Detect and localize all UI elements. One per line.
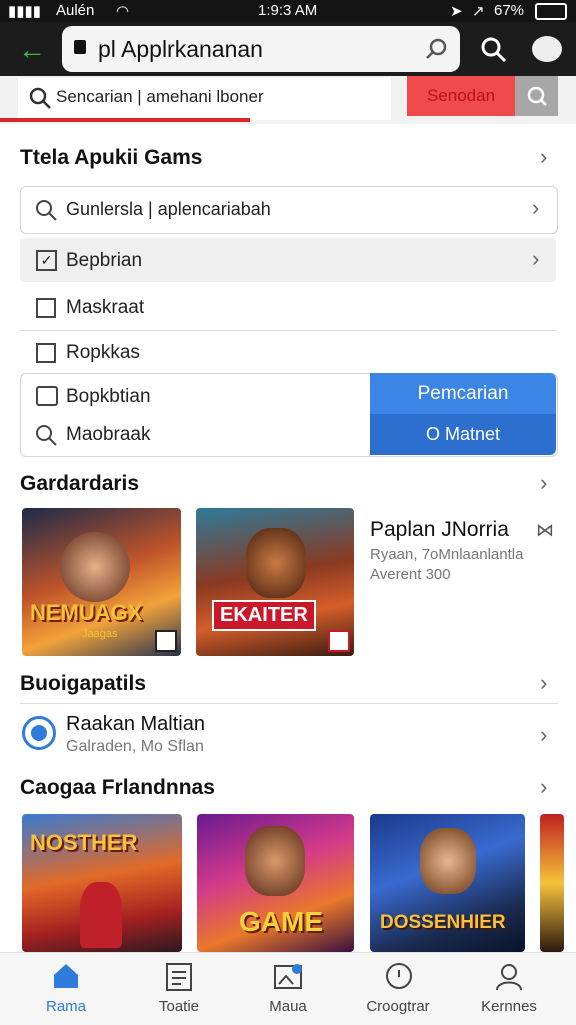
divider [20,703,558,704]
wifi-icon: ◠ [116,3,130,20]
list-item-label: Bepbrian [66,250,143,271]
location-icon: ➤ [450,3,463,20]
chevron-right-icon[interactable]: › [540,470,547,496]
search-icon[interactable] [480,36,508,64]
game-card-subtitle: Jaagas [82,628,118,640]
share-icon[interactable]: ⋈ [536,520,554,541]
app-title[interactable]: Raakan Maltian [66,713,205,736]
signal-icon: ▮▮▮▮ [8,3,42,20]
checkbox-icon[interactable] [36,343,56,363]
game-card-image[interactable]: DOSSENHIER [370,814,525,952]
game-card-image[interactable]: NEMUAGX Jaagas [22,508,181,656]
search-button[interactable]: Senodan [407,76,515,116]
home-icon[interactable] [52,962,80,990]
game-card-title: GAME [239,906,323,937]
progress-indicator [0,118,250,122]
list-item-label: Ropkkas [66,342,140,363]
checkbox-checked-icon[interactable]: ✓ [36,250,57,271]
list-item-label: Maskraat [66,297,145,318]
nav-label[interactable]: Croogtrar [343,998,453,1015]
option-label[interactable]: Maobraak [66,424,151,446]
clock: 1:9:3 AM [258,2,318,19]
info-line: Ryaan, 7oMnlaanlantla [370,546,524,563]
chevron-right-icon[interactable]: › [532,246,539,272]
game-card-title: EKAITER [212,600,316,631]
app-subtitle: Galraden, Mo Sflan [66,738,204,755]
image-icon[interactable] [273,962,305,992]
url-search-icon[interactable] [424,36,450,62]
game-card-image[interactable] [540,814,564,952]
info-line: Averent 300 [370,566,451,583]
checkbox-icon[interactable] [36,298,56,318]
battery-percent: 67% [494,2,525,19]
back-arrow-icon[interactable]: ← [18,34,46,66]
filter-input-text: Gunlersla | aplencariabah [66,199,271,219]
chevron-right-icon[interactable]: › [540,144,547,170]
bookmark-icon [36,386,58,406]
app-logo-icon [22,716,56,750]
search-icon [29,87,51,109]
search-primary-button[interactable]: Pemcarian [370,373,556,414]
nav-label[interactable]: Kernnes [454,998,564,1015]
info-title: Paplan JNorria [370,518,509,541]
chevron-right-icon[interactable]: › [540,774,547,800]
search-icon [36,425,57,446]
search-placeholder: Sencarian | amehani lboner [56,87,264,106]
alarm-icon: ↗ [472,3,485,20]
url-text: pl Applrkananan [98,36,263,62]
section-title: Ttela Apukii Gams [20,146,203,169]
section-title: Buoigapatils [20,672,147,695]
search-submit-button[interactable] [515,76,558,116]
search-icon [36,200,57,221]
search-secondary-button[interactable]: O Matnet [370,414,556,455]
carrier-label: Aulén [56,2,95,19]
badge-icon [155,630,177,652]
badge-icon [328,630,350,652]
game-card-image[interactable]: NOSTHER [22,814,182,952]
section-title: Caogaa Frlandnnas [20,776,215,799]
avatar[interactable] [532,36,562,62]
chevron-right-icon[interactable]: › [532,195,539,221]
chat-icon[interactable] [384,962,414,992]
nav-label[interactable]: Maua [233,998,343,1015]
game-card-title: NEMUAGX [30,600,143,625]
nav-label[interactable]: Toatie [124,998,234,1015]
game-card-title: DOSSENHIER [380,912,506,933]
game-card-title: NOSTHER [30,830,138,855]
battery-icon [535,3,567,20]
chevron-right-icon[interactable]: › [540,722,547,748]
status-bar: ▮▮▮▮ Aulén ◠ 1:9:3 AM ➤ ↗ 67% [0,0,576,22]
nav-label-home[interactable]: Rama [11,998,121,1015]
lock-icon [74,40,86,54]
document-icon[interactable] [165,962,193,992]
profile-icon[interactable] [494,962,524,992]
option-label[interactable]: Bopkbtian [66,386,151,408]
section-title: Gardardaris [20,472,140,495]
chevron-right-icon[interactable]: › [540,670,547,696]
divider [20,330,556,331]
game-card-image[interactable]: EKAITER [196,508,354,656]
game-card-image[interactable]: GAME [197,814,354,952]
